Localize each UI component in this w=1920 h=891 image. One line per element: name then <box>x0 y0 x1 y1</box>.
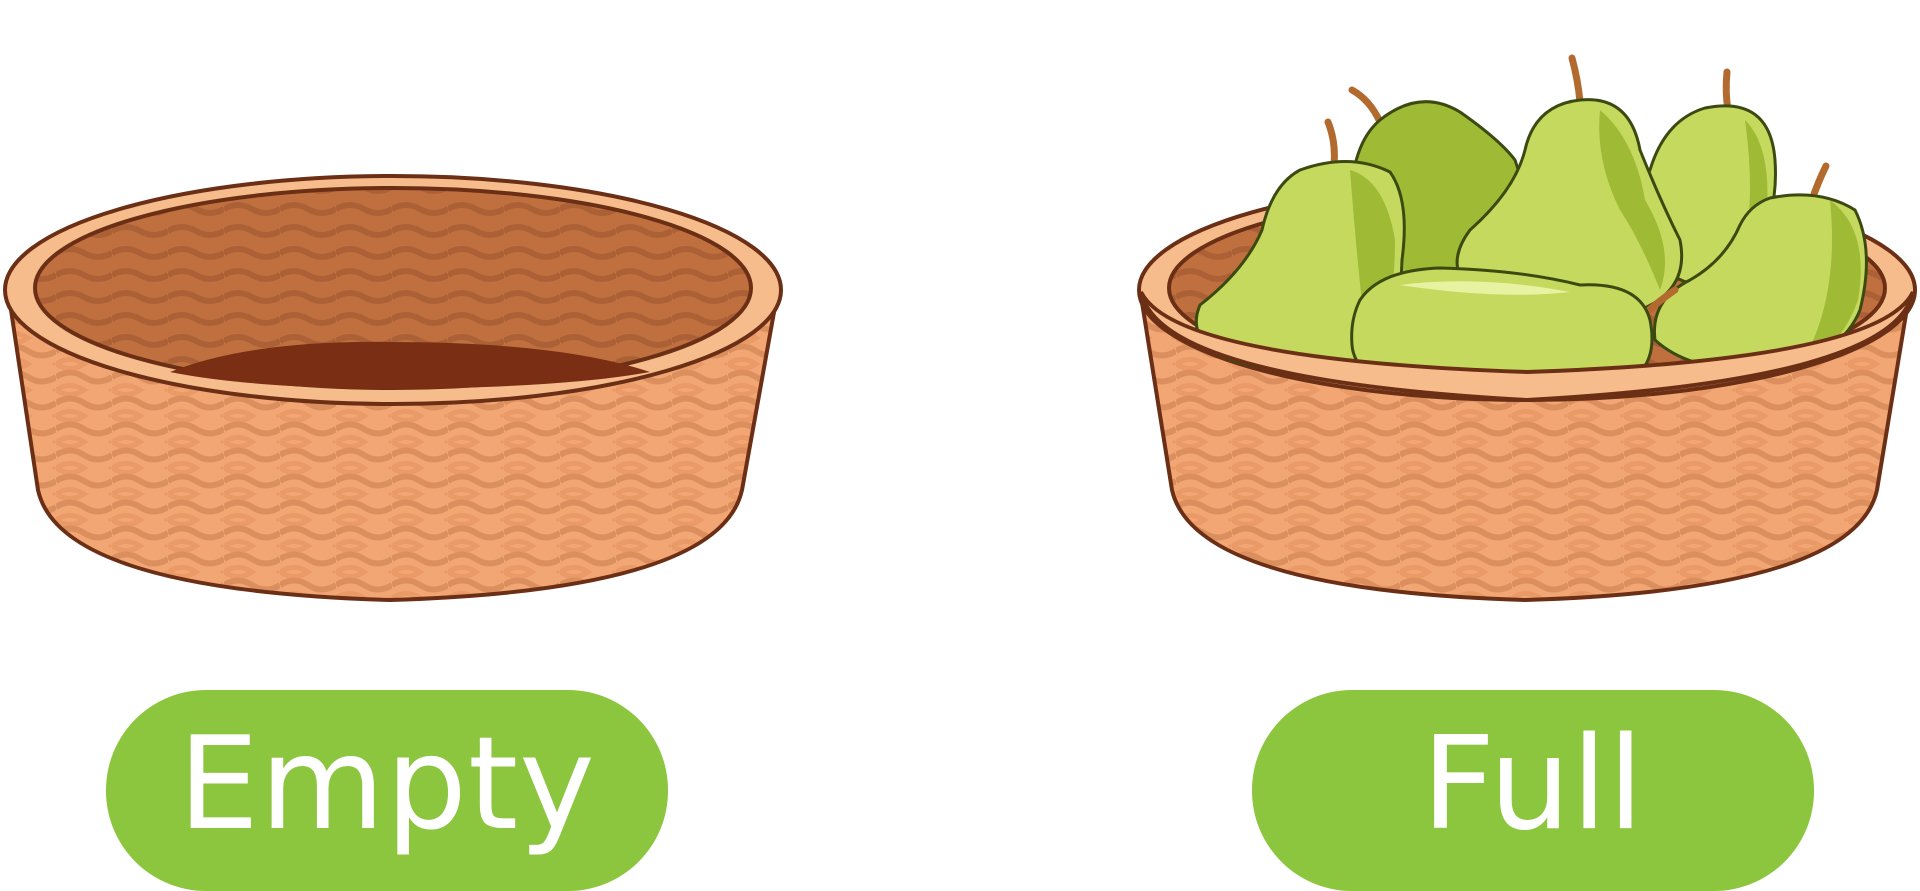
empty-label-text: Empty <box>178 709 596 859</box>
full-basket <box>1137 54 1917 603</box>
empty-label: Empty <box>106 690 668 891</box>
full-label-text: Full <box>1421 709 1645 859</box>
full-label: Full <box>1252 690 1814 891</box>
empty-basket <box>3 174 783 603</box>
